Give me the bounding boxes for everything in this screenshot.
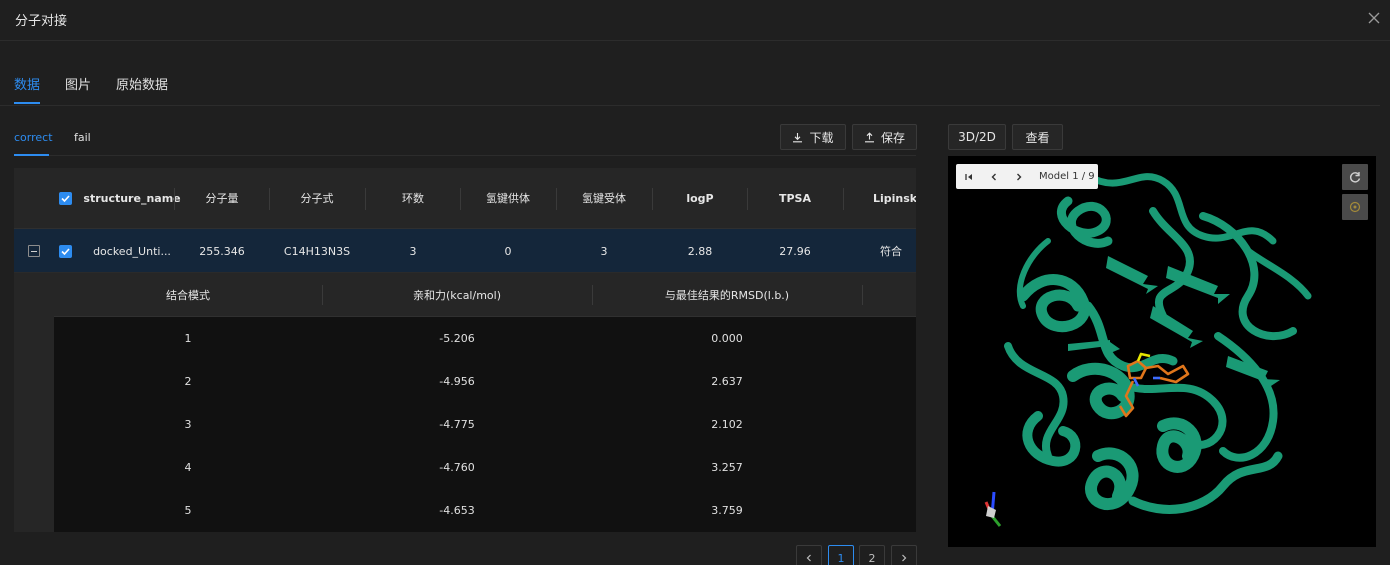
- subtable-body: 1 -5.206 0.000 2 -4.956 2.637 3 -4.775 2…: [54, 317, 916, 532]
- cell-rmsd: 2.637: [711, 375, 743, 388]
- cell-tpsa: 27.96: [779, 244, 811, 258]
- binding-modes-subtable: 结合模式 亲和力(kcal/mol) 与最佳结果的RMSD(l.b.) 1 -5…: [14, 273, 916, 532]
- toggle-3d-2d-button[interactable]: 3D/2D: [948, 124, 1006, 150]
- cell-rmsd: 3.257: [711, 461, 743, 474]
- view-button[interactable]: 查看: [1012, 124, 1063, 150]
- table-row[interactable]: docked_Unti... 255.346 C14H13N3S 3 0 3 2…: [14, 229, 916, 273]
- docking-dialog: 分子对接 数据 图片 原始数据 correct fail 下载 保存 3D/2D…: [0, 0, 1390, 565]
- download-label: 下载: [809, 130, 834, 145]
- col-hba[interactable]: 氢键受体: [556, 168, 652, 229]
- cell-rmsd: 3.759: [711, 504, 743, 517]
- target-icon: [1349, 201, 1361, 213]
- cell-logp: 2.88: [687, 244, 713, 258]
- col-rmsd[interactable]: 与最佳结果的RMSD(l.b.): [592, 273, 862, 317]
- cell-mw: 255.346: [199, 244, 245, 258]
- cell-structure-name: docked_Unti...: [93, 244, 171, 258]
- col-binding-mode[interactable]: 结合模式: [54, 273, 322, 317]
- cell-lipinski: 符合: [880, 245, 902, 258]
- tab-fail[interactable]: fail: [74, 131, 91, 144]
- cell-mode: 5: [184, 504, 192, 517]
- sub-tab-ink-bar: [14, 154, 49, 156]
- save-button[interactable]: 保存: [852, 124, 917, 150]
- collapse-row-icon[interactable]: [28, 245, 40, 257]
- page-2-button[interactable]: 2: [859, 545, 885, 565]
- chevron-left-icon: [991, 173, 996, 180]
- col-formula[interactable]: 分子式: [269, 168, 365, 229]
- save-label: 保存: [880, 130, 905, 145]
- col-tpsa[interactable]: TPSA: [747, 168, 843, 229]
- dialog-title: 分子对接: [15, 14, 68, 29]
- cell-hba: 3: [600, 244, 608, 258]
- col-lipinski[interactable]: Lipinski: [843, 168, 916, 229]
- download-icon: [793, 132, 803, 142]
- tab-ink-bar: [14, 102, 40, 104]
- cell-formula: C14H13N3S: [283, 244, 351, 258]
- col-logp[interactable]: logP: [652, 168, 748, 229]
- cell-mode: 4: [184, 461, 192, 474]
- chevron-right-icon: [902, 554, 907, 562]
- cell-affinity: -4.760: [439, 461, 475, 474]
- col-structure-name[interactable]: structure_name: [83, 168, 180, 229]
- subtable-gutter: [14, 273, 54, 532]
- model-counter: Model 1 / 9: [1039, 171, 1095, 182]
- axes-icon: [984, 491, 1002, 527]
- next-page-button[interactable]: [891, 545, 917, 565]
- cell-mode: 2: [184, 375, 192, 388]
- results-table: structure_name 分子量 分子式 环数 氢键供体 氢键受体 logP…: [14, 168, 916, 532]
- col-hbd[interactable]: 氢键供体: [460, 168, 556, 229]
- column-divider: [862, 285, 863, 305]
- close-icon[interactable]: [1366, 10, 1382, 26]
- first-model-button[interactable]: [956, 164, 981, 189]
- download-button[interactable]: 下载: [780, 124, 846, 150]
- tab-images[interactable]: 图片: [65, 74, 91, 93]
- prev-model-button[interactable]: [981, 164, 1006, 189]
- cell-affinity: -4.653: [439, 504, 475, 517]
- table-row[interactable]: 2 -4.956 2.637: [54, 360, 916, 403]
- cell-affinity: -5.206: [439, 332, 475, 345]
- table-row[interactable]: 5 -4.653 3.759: [54, 489, 916, 532]
- subtable-header: 结合模式 亲和力(kcal/mol) 与最佳结果的RMSD(l.b.): [54, 273, 916, 317]
- cell-rings: 3: [409, 244, 417, 258]
- main-tabs: 数据 图片 原始数据: [0, 41, 1380, 106]
- cell-rmsd: 2.102: [711, 418, 743, 431]
- cell-rmsd: 0.000: [711, 332, 743, 345]
- col-mw[interactable]: 分子量: [174, 168, 270, 229]
- table-row[interactable]: 4 -4.760 3.257: [54, 446, 916, 489]
- tab-data[interactable]: 数据: [14, 74, 40, 93]
- next-model-button[interactable]: [1006, 164, 1031, 189]
- cell-hbd: 0: [504, 244, 512, 258]
- refresh-icon: [1349, 172, 1361, 183]
- table-row[interactable]: 1 -5.206 0.000: [54, 317, 916, 360]
- dialog-header: 分子对接: [0, 0, 1390, 41]
- reset-view-button[interactable]: [1342, 164, 1368, 190]
- protein-ligand-render[interactable]: [948, 156, 1376, 547]
- tab-correct[interactable]: correct: [14, 131, 53, 144]
- molecule-viewer[interactable]: Model 1 / 9: [948, 156, 1376, 547]
- col-rings[interactable]: 环数: [365, 168, 461, 229]
- cell-mode: 1: [184, 332, 192, 345]
- table-row[interactable]: 3 -4.775 2.102: [54, 403, 916, 446]
- table-header: structure_name 分子量 分子式 环数 氢键供体 氢键受体 logP…: [14, 168, 916, 229]
- upload-icon: [864, 131, 874, 142]
- prev-page-button[interactable]: [796, 545, 822, 565]
- cell-affinity: -4.775: [439, 418, 475, 431]
- cell-mode: 3: [184, 418, 192, 431]
- col-affinity[interactable]: 亲和力(kcal/mol): [322, 273, 592, 317]
- select-all-checkbox[interactable]: [59, 192, 72, 205]
- row-checkbox[interactable]: [59, 245, 72, 258]
- tab-raw-data[interactable]: 原始数据: [116, 74, 168, 93]
- chevron-right-icon: [1016, 173, 1021, 180]
- chevron-left-icon: [806, 554, 811, 562]
- page-1-button[interactable]: 1: [828, 545, 854, 565]
- center-view-button[interactable]: [1342, 194, 1368, 220]
- model-navigator: Model 1 / 9: [956, 164, 1098, 189]
- cell-affinity: -4.956: [439, 375, 475, 388]
- skip-first-icon: [964, 173, 972, 180]
